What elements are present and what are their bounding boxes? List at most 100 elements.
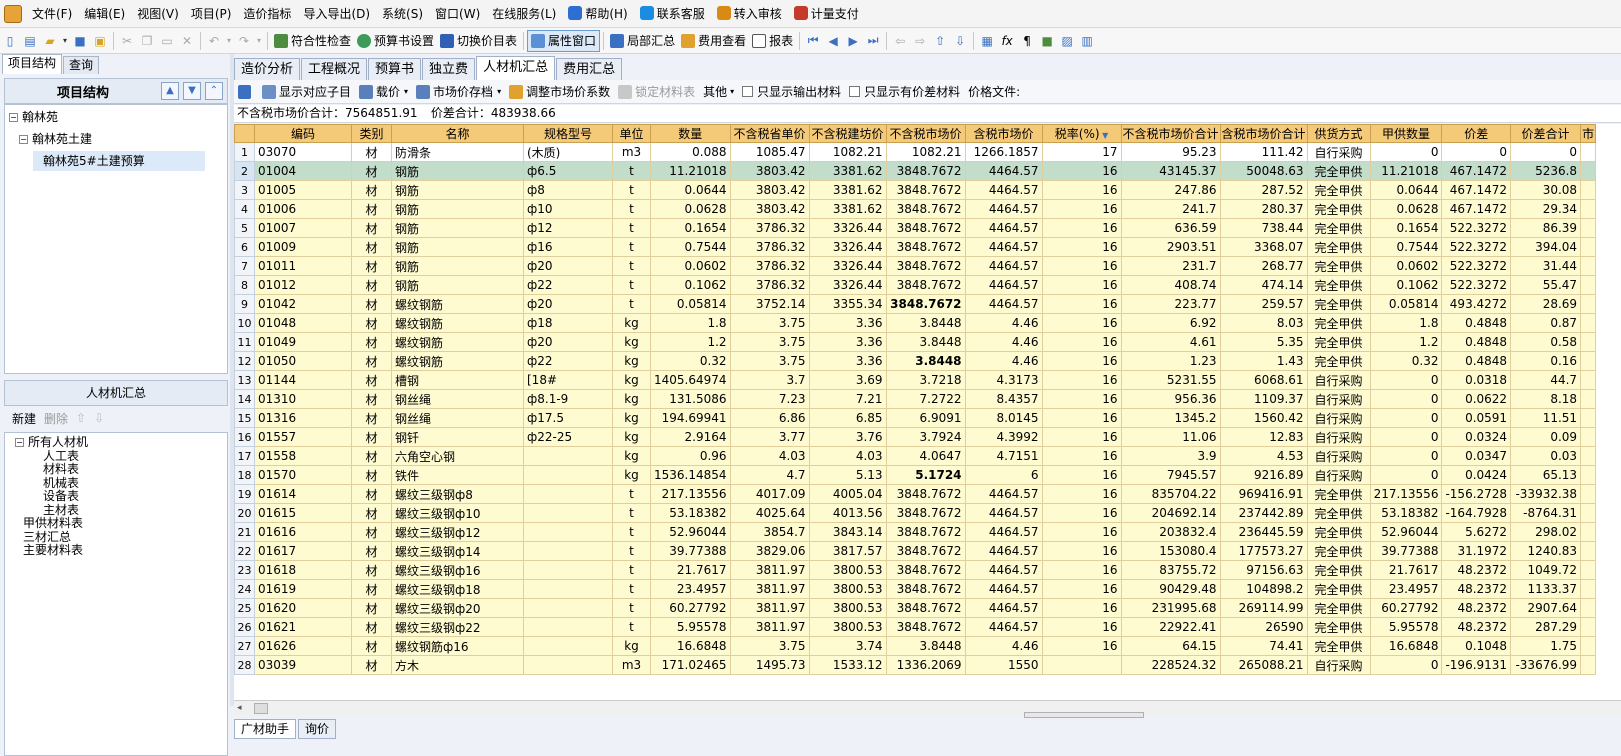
table-cell[interactable]: 52.96044 xyxy=(1369,522,1443,542)
table-cell[interactable]: 11.21018 xyxy=(1369,161,1443,181)
category-item[interactable]: − 所有人材机 xyxy=(15,435,88,449)
table-cell[interactable]: 4013.56 xyxy=(808,503,887,523)
table-cell[interactable]: 3.75 xyxy=(729,313,810,333)
table-cell[interactable]: 螺纹钢筋ф16 xyxy=(391,636,524,656)
table-cell[interactable]: 0 xyxy=(1369,465,1443,485)
table-cell[interactable]: ф17.5 xyxy=(523,408,613,428)
table-cell[interactable]: 3848.7672 xyxy=(885,275,966,295)
table-cell[interactable]: 5.13 xyxy=(808,465,887,485)
main-tab[interactable]: 工程概况 xyxy=(301,58,368,80)
fee-view-button[interactable]: 费用查看 xyxy=(678,30,749,52)
main-tab[interactable]: 费用汇总 xyxy=(556,58,623,80)
table-cell[interactable]: 3848.7672 xyxy=(885,617,966,637)
move-down-icon[interactable]: ▼ xyxy=(183,82,201,100)
table-cell[interactable]: 467.1472 xyxy=(1441,199,1512,219)
table-cell[interactable]: 408.74 xyxy=(1120,275,1221,295)
table-cell[interactable]: 材 xyxy=(351,655,392,675)
table-cell[interactable]: 522.3272 xyxy=(1441,237,1512,257)
table-cell[interactable]: 自行采购 xyxy=(1306,427,1371,447)
table-cell[interactable]: t xyxy=(612,199,651,219)
table-cell[interactable] xyxy=(523,446,613,466)
show-children-button[interactable]: 显示对应子目 xyxy=(258,81,355,103)
table-cell[interactable]: 4.61 xyxy=(1120,332,1221,352)
table-cell[interactable]: 3786.32 xyxy=(729,256,810,276)
table-cell[interactable]: 3.36 xyxy=(808,332,887,352)
table-cell[interactable]: -33676.99 xyxy=(1510,655,1582,675)
table-cell[interactable]: 16 xyxy=(1041,370,1122,390)
table-cell[interactable]: t xyxy=(612,218,651,238)
table-cell[interactable]: 969416.91 xyxy=(1219,484,1308,504)
column-header[interactable]: 价差合计 xyxy=(1510,124,1582,143)
table-cell[interactable]: 0.4848 xyxy=(1441,313,1512,333)
table-cell[interactable]: t xyxy=(612,617,651,637)
new-button[interactable]: 新建 xyxy=(12,410,36,427)
table-cell[interactable]: 01615 xyxy=(254,503,352,523)
table-cell[interactable]: 48.2372 xyxy=(1441,560,1512,580)
table-cell[interactable]: 0.58 xyxy=(1510,332,1582,352)
table-cell[interactable]: 01048 xyxy=(254,313,352,333)
table-cell[interactable]: 7.23 xyxy=(729,389,810,409)
table-cell[interactable]: 467.1472 xyxy=(1441,161,1512,181)
table-cell[interactable]: 7.2722 xyxy=(885,389,966,409)
table-cell[interactable]: 螺纹三级钢ф16 xyxy=(391,560,524,580)
table-cell[interactable]: 3848.7672 xyxy=(885,199,966,219)
table-cell[interactable]: 4.03 xyxy=(729,446,810,466)
table-cell[interactable]: 493.4272 xyxy=(1441,294,1512,314)
table-cell[interactable]: 3848.7672 xyxy=(885,598,966,618)
table-cell[interactable]: 5236.8 xyxy=(1510,161,1582,181)
table-cell[interactable]: 完全甲供 xyxy=(1306,522,1371,542)
table-cell[interactable]: 完全甲供 xyxy=(1306,560,1371,580)
table-cell[interactable]: 0.05814 xyxy=(1369,294,1443,314)
table-cell[interactable]: 材 xyxy=(351,180,392,200)
table-cell[interactable]: 完全甲供 xyxy=(1306,484,1371,504)
table-cell[interactable]: 55.47 xyxy=(1510,275,1582,295)
table-cell[interactable]: 6.86 xyxy=(729,408,810,428)
table-cell[interactable]: 4.46 xyxy=(964,351,1043,371)
table-cell[interactable]: 0 xyxy=(1369,655,1443,675)
table-cell[interactable]: 231.7 xyxy=(1120,256,1221,276)
save-icon[interactable]: ■ xyxy=(70,30,90,52)
table-cell[interactable] xyxy=(1041,655,1122,675)
table-cell[interactable]: 60.27792 xyxy=(650,598,731,618)
table-cell[interactable]: 0.7544 xyxy=(1369,237,1443,257)
table-cell[interactable]: kg xyxy=(612,636,651,656)
table-cell[interactable]: 01316 xyxy=(254,408,352,428)
table-cell[interactable]: 方木 xyxy=(391,655,524,675)
table-cell[interactable]: 0.0628 xyxy=(1369,199,1443,219)
table-cell[interactable]: 01007 xyxy=(254,218,352,238)
table-cell[interactable]: 01616 xyxy=(254,522,352,542)
table-cell[interactable]: 236445.59 xyxy=(1219,522,1308,542)
table-row[interactable]: 26 01621 材螺纹三级钢ф22 t 5.95578 3811.97 3800.53 38… xyxy=(234,617,1597,637)
table-cell[interactable]: [18# xyxy=(523,370,613,390)
new-project-icon[interactable]: ▤ xyxy=(20,30,40,52)
table-row[interactable]: 23 01618 材螺纹三级钢ф16 t 21.7617 3811.97 3800.53 38… xyxy=(234,560,1597,580)
table-cell[interactable]: 26590 xyxy=(1219,617,1308,637)
table-cell[interactable]: 材 xyxy=(351,541,392,561)
table-cell[interactable] xyxy=(523,598,613,618)
table-cell[interactable]: 01012 xyxy=(254,275,352,295)
table-cell[interactable]: 3811.97 xyxy=(729,579,810,599)
table-cell[interactable]: 4464.57 xyxy=(964,275,1043,295)
table-cell[interactable]: 1405.64974 xyxy=(650,370,731,390)
table-cell[interactable]: kg xyxy=(612,389,651,409)
filter-icon[interactable]: ▼ xyxy=(1100,131,1108,140)
menu-item[interactable]: 转入审核 xyxy=(711,3,788,25)
table-cell[interactable]: 0.32 xyxy=(1369,351,1443,371)
table-cell[interactable]: 522.3272 xyxy=(1441,275,1512,295)
table-cell[interactable]: kg xyxy=(612,446,651,466)
table-row[interactable]: 8 01012 材钢筋 ф22 t 0.1062 3786.32 3326.44 3848.76… xyxy=(234,275,1597,295)
table-cell[interactable]: 738.44 xyxy=(1219,218,1308,238)
table-row[interactable]: 20 01615 材螺纹三级钢ф10 t 53.18382 4025.64 4013.56 3… xyxy=(234,503,1597,523)
table-cell[interactable]: 104898.2 xyxy=(1219,579,1308,599)
table-cell[interactable]: 11.21018 xyxy=(650,161,731,181)
table-cell[interactable]: 完全甲供 xyxy=(1306,541,1371,561)
menu-item[interactable]: 帮助(H) xyxy=(562,3,633,25)
table-cell[interactable]: 3786.32 xyxy=(729,275,810,295)
table-cell[interactable]: 螺纹三级钢ф10 xyxy=(391,503,524,523)
table-cell[interactable]: 3381.62 xyxy=(808,199,887,219)
table-cell[interactable] xyxy=(523,503,613,523)
table-cell[interactable]: 自行采购 xyxy=(1306,389,1371,409)
table-cell[interactable]: 6.92 xyxy=(1120,313,1221,333)
table-cell[interactable]: 16 xyxy=(1041,522,1122,542)
table-cell[interactable]: 3843.14 xyxy=(808,522,887,542)
